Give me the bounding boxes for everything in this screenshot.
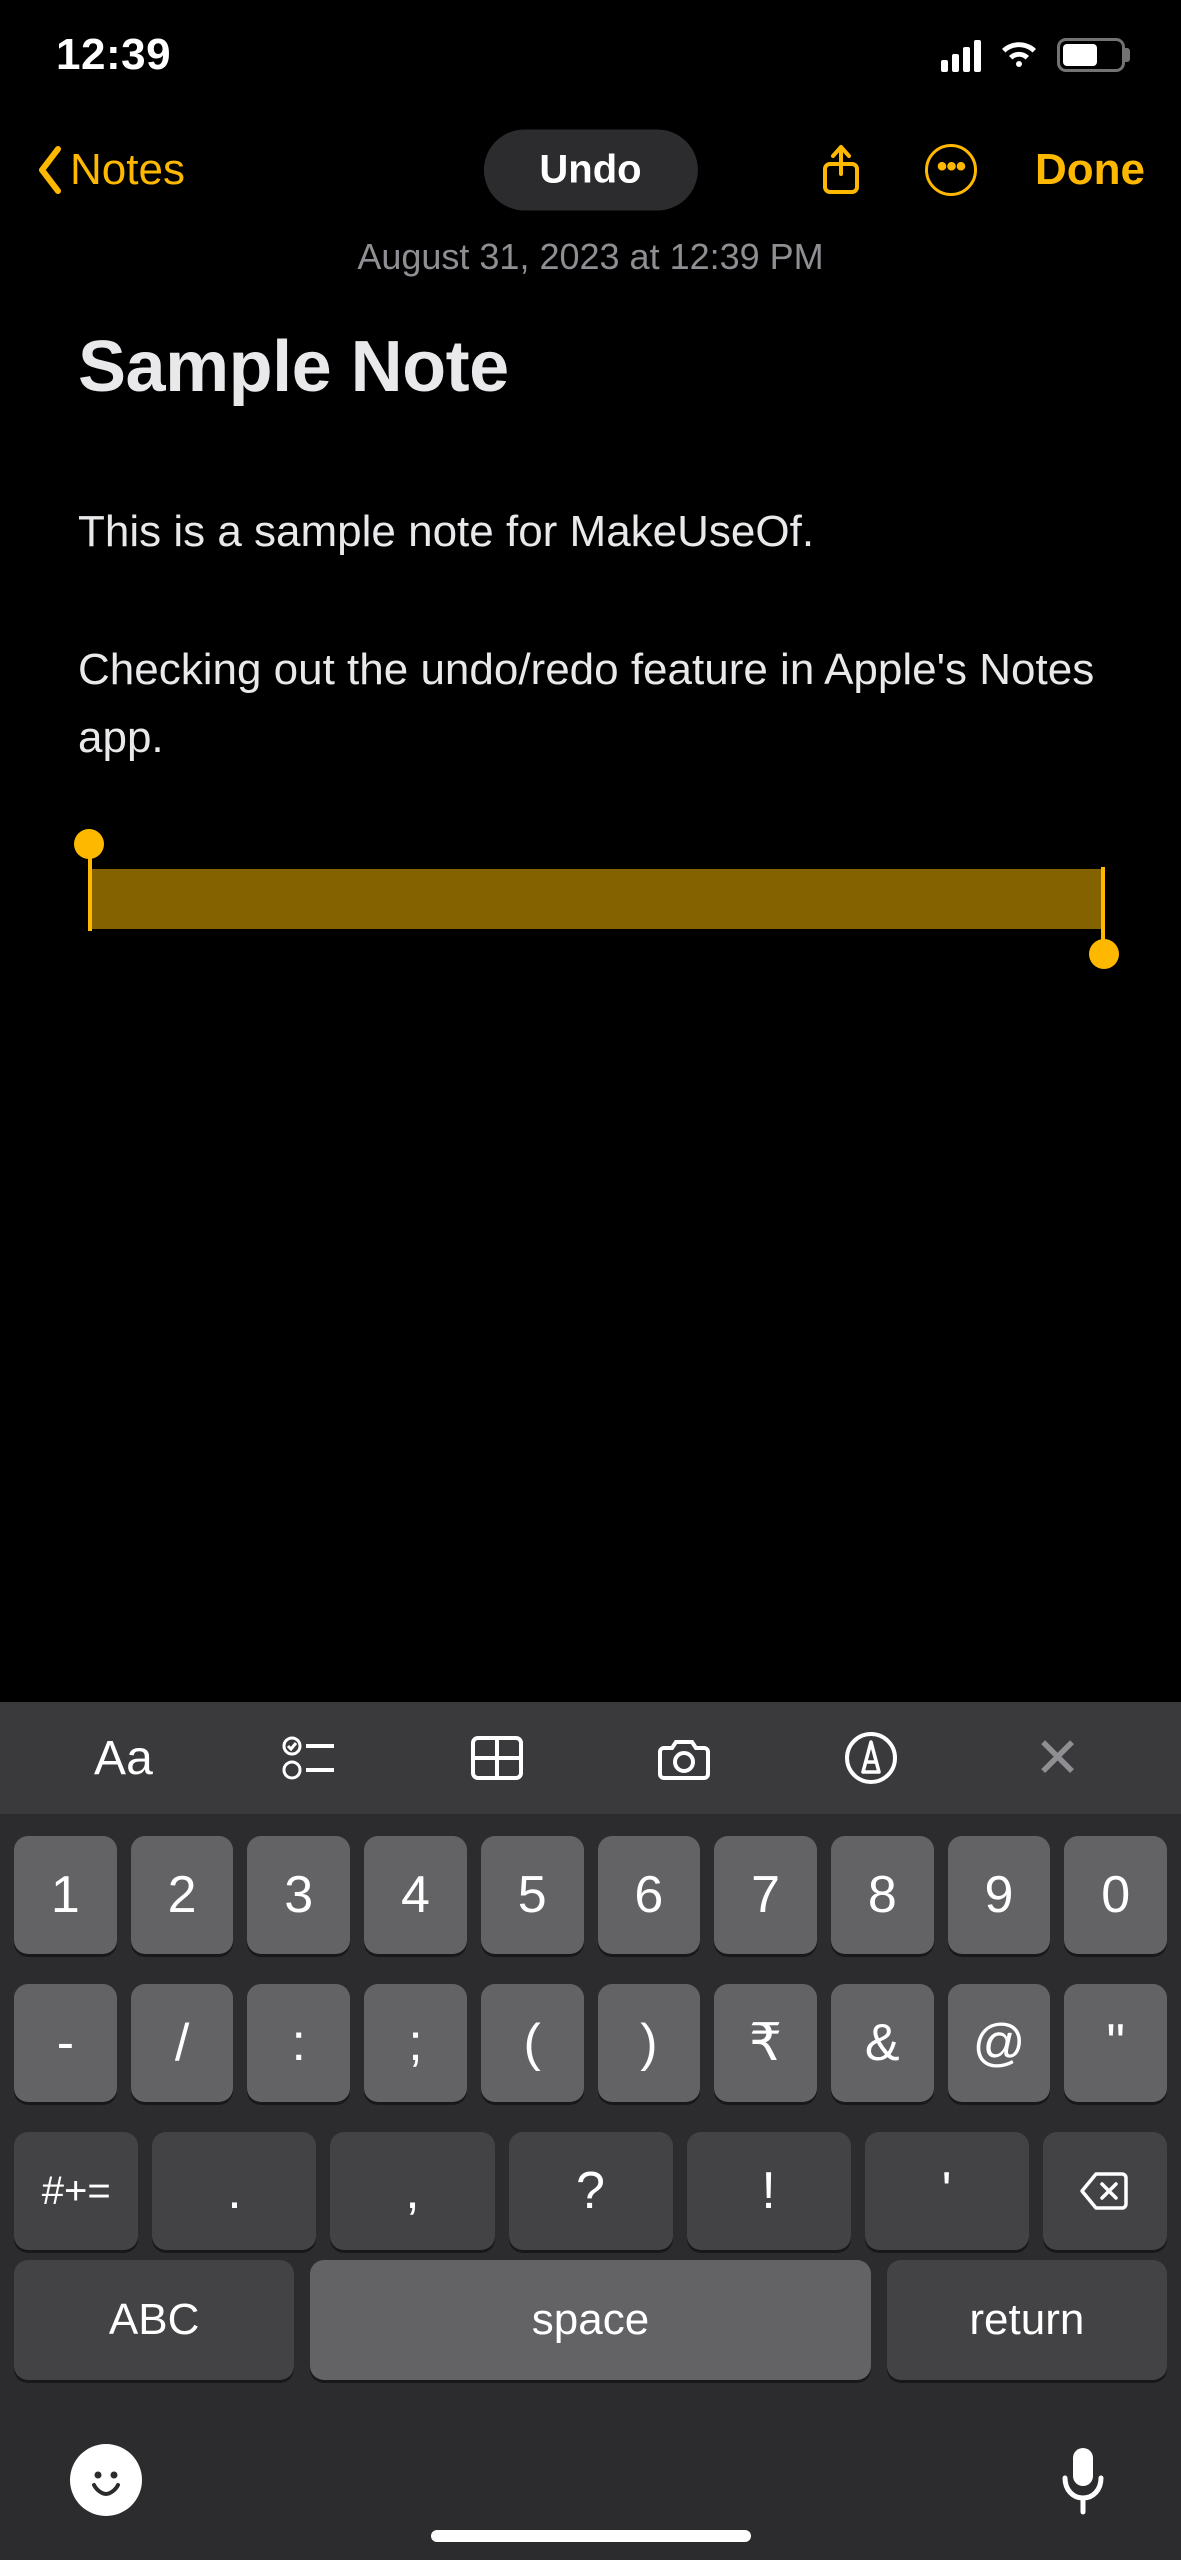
battery-icon bbox=[1057, 38, 1125, 72]
key-symbols[interactable]: #+= bbox=[14, 2132, 138, 2250]
keyboard-row-bottom: ABC space return bbox=[0, 2260, 1181, 2410]
markup-button[interactable] bbox=[833, 1720, 909, 1796]
status-time: 12:39 bbox=[56, 30, 171, 80]
undo-toast[interactable]: Undo bbox=[483, 130, 697, 211]
table-button[interactable] bbox=[459, 1720, 535, 1796]
note-content[interactable]: Sample Note This is a sample note for Ma… bbox=[0, 278, 1181, 1702]
selection-handle-end[interactable] bbox=[1089, 939, 1119, 969]
nav-bar: Notes Undo ••• Done bbox=[0, 110, 1181, 230]
note-paragraph[interactable]: This is a sample note for MakeUseOf. bbox=[78, 498, 1103, 566]
keyboard-row-3: #+= . , ? ! ' bbox=[14, 2132, 1167, 2250]
note-body[interactable]: This is a sample note for MakeUseOf. Che… bbox=[78, 498, 1103, 773]
keyboard: Aa ✕ 1 2 3 4 5 6 7 8 bbox=[0, 1702, 1181, 2560]
key-comma[interactable]: , bbox=[330, 2132, 494, 2250]
key-period[interactable]: . bbox=[152, 2132, 316, 2250]
back-label: Notes bbox=[70, 145, 185, 195]
key-semicolon[interactable]: ; bbox=[364, 1984, 467, 2102]
key-colon[interactable]: : bbox=[247, 1984, 350, 2102]
keyboard-row-2: - / : ; ( ) ₹ & @ " bbox=[14, 1984, 1167, 2102]
key-at[interactable]: @ bbox=[948, 1984, 1051, 2102]
dictation-button[interactable] bbox=[1055, 2444, 1111, 2516]
key-8[interactable]: 8 bbox=[831, 1836, 934, 1954]
keyboard-row-1: 1 2 3 4 5 6 7 8 9 0 bbox=[14, 1836, 1167, 1954]
key-lparen[interactable]: ( bbox=[481, 1984, 584, 2102]
key-slash[interactable]: / bbox=[131, 1984, 234, 2102]
note-timestamp: August 31, 2023 at 12:39 PM bbox=[0, 236, 1181, 278]
key-exclaim[interactable]: ! bbox=[687, 2132, 851, 2250]
key-currency[interactable]: ₹ bbox=[714, 1984, 817, 2102]
key-backspace[interactable] bbox=[1043, 2132, 1167, 2250]
more-icon[interactable]: ••• bbox=[925, 144, 977, 196]
checklist-button[interactable] bbox=[272, 1720, 348, 1796]
keyboard-toolbar: Aa ✕ bbox=[0, 1702, 1181, 1814]
note-title[interactable]: Sample Note bbox=[78, 326, 1103, 408]
selection-highlight bbox=[88, 869, 1103, 929]
key-5[interactable]: 5 bbox=[481, 1836, 584, 1954]
back-button[interactable]: Notes bbox=[36, 145, 185, 195]
key-quote[interactable]: " bbox=[1064, 1984, 1167, 2102]
key-return[interactable]: return bbox=[887, 2260, 1167, 2380]
share-icon[interactable] bbox=[815, 144, 867, 196]
key-abc[interactable]: ABC bbox=[14, 2260, 294, 2380]
selection-handle-start[interactable] bbox=[74, 829, 104, 859]
key-1[interactable]: 1 bbox=[14, 1836, 117, 1954]
home-indicator[interactable] bbox=[431, 2530, 751, 2542]
key-4[interactable]: 4 bbox=[364, 1836, 467, 1954]
key-6[interactable]: 6 bbox=[598, 1836, 701, 1954]
key-space[interactable]: space bbox=[310, 2260, 871, 2380]
key-7[interactable]: 7 bbox=[714, 1836, 817, 1954]
chevron-left-icon bbox=[36, 145, 66, 195]
close-toolbar-button[interactable]: ✕ bbox=[1020, 1720, 1096, 1796]
text-selection[interactable] bbox=[78, 857, 1103, 941]
done-button[interactable]: Done bbox=[1035, 145, 1145, 195]
key-2[interactable]: 2 bbox=[131, 1836, 234, 1954]
key-0[interactable]: 0 bbox=[1064, 1836, 1167, 1954]
key-apostrophe[interactable]: ' bbox=[865, 2132, 1029, 2250]
camera-button[interactable] bbox=[646, 1720, 722, 1796]
cellular-signal-icon bbox=[941, 38, 981, 72]
key-question[interactable]: ? bbox=[509, 2132, 673, 2250]
status-bar: 12:39 bbox=[0, 0, 1181, 110]
key-dash[interactable]: - bbox=[14, 1984, 117, 2102]
key-9[interactable]: 9 bbox=[948, 1836, 1051, 1954]
emoji-button[interactable] bbox=[70, 2444, 142, 2516]
key-amp[interactable]: & bbox=[831, 1984, 934, 2102]
key-3[interactable]: 3 bbox=[247, 1836, 350, 1954]
wifi-icon bbox=[999, 35, 1039, 75]
key-rparen[interactable]: ) bbox=[598, 1984, 701, 2102]
note-paragraph[interactable]: Checking out the undo/redo feature in Ap… bbox=[78, 636, 1103, 772]
backspace-icon bbox=[1076, 2162, 1134, 2220]
text-format-button[interactable]: Aa bbox=[85, 1720, 161, 1796]
status-icons bbox=[941, 35, 1125, 75]
